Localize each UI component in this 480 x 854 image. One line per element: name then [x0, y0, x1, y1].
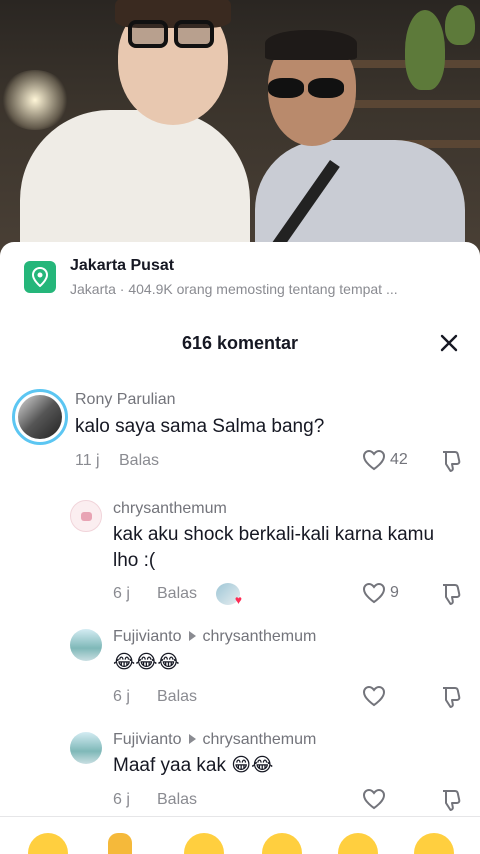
comment-time: 6 j: [113, 791, 130, 808]
emoji-pray-icon[interactable]: [108, 833, 132, 854]
dislike-button[interactable]: [440, 685, 462, 714]
location-pin-icon: [24, 261, 56, 293]
dislike-button[interactable]: [440, 788, 462, 817]
reply-arrow-icon: [189, 734, 197, 745]
comment-time: 6 j: [113, 585, 130, 602]
location-title: Jakarta Pusat: [70, 256, 175, 274]
close-icon: [440, 334, 458, 352]
avatar[interactable]: [70, 629, 102, 661]
emoji-wink-icon[interactable]: [262, 833, 302, 854]
comment-username[interactable]: Rony Parulian: [75, 391, 176, 409]
person-right-hair: [265, 30, 357, 60]
creator-liked-badge: ♥: [216, 583, 242, 606]
emoji-quick-bar: [0, 816, 480, 854]
plant: [405, 10, 445, 90]
thumbs-down-icon: [443, 687, 461, 708]
reply-arrow-icon: [189, 631, 197, 642]
reply-button[interactable]: Balas: [157, 791, 197, 809]
comment-username[interactable]: chrysanthemum: [113, 500, 227, 518]
video-background: [0, 0, 480, 262]
plant: [445, 5, 475, 45]
reply-author: Fujivianto: [113, 731, 182, 748]
emoji-rofl-icon[interactable]: [184, 833, 224, 854]
comments-header: 616 komentar: [0, 328, 480, 358]
comment-text: Maaf yaa kak 😁😂: [113, 755, 274, 776]
glasses: [128, 20, 216, 52]
reply-author: Fujivianto: [113, 628, 182, 645]
comment-text: kak aku shock berkali-kali karna kamu lh…: [113, 524, 435, 571]
lamp: [0, 70, 70, 130]
like-button[interactable]: [362, 685, 386, 707]
thumbs-down-icon: [443, 451, 461, 472]
dislike-button[interactable]: [440, 449, 462, 478]
emoji-surprised-icon[interactable]: [338, 833, 378, 854]
comment-text: kalo saya sama Salma bang?: [75, 416, 325, 437]
like-button[interactable]: 42: [362, 449, 408, 471]
reply-target: chrysanthemum: [202, 731, 317, 748]
emoji-laughing-tears-icon[interactable]: [28, 833, 68, 854]
dislike-button[interactable]: [440, 582, 462, 611]
close-button[interactable]: [436, 330, 462, 356]
avatar[interactable]: [70, 500, 102, 532]
like-button[interactable]: 9: [362, 582, 399, 604]
heart-icon: [362, 582, 386, 604]
sunglasses: [266, 78, 346, 102]
avatar[interactable]: [70, 732, 102, 764]
like-count: 42: [390, 451, 408, 468]
like-count: 9: [390, 584, 399, 601]
comment-time: 6 j: [113, 688, 130, 705]
thumbs-down-icon: [443, 790, 461, 811]
comments-count-title: 616 komentar: [181, 333, 299, 353]
reply-target: chrysanthemum: [202, 628, 317, 645]
location-subtitle: Jakarta · 404.9K orang memosting tentang…: [70, 280, 398, 297]
thumbs-down-icon: [443, 584, 461, 605]
shelf: [350, 100, 480, 108]
comment-username[interactable]: Fujivianto chrysanthemum: [113, 731, 316, 749]
comment-time: 11 j: [75, 452, 100, 469]
comment-text: 😂😂😂: [113, 652, 180, 673]
heart-icon: [362, 449, 386, 471]
heart-icon: [362, 788, 386, 810]
reply-button[interactable]: Balas: [119, 452, 159, 470]
comment-username[interactable]: Fujivianto chrysanthemum: [113, 628, 316, 646]
heart-icon: [362, 685, 386, 707]
location-bar[interactable]: Jakarta Pusat Jakarta · 404.9K orang mem…: [0, 242, 480, 312]
person-left: [20, 110, 250, 262]
emoji-heart-eyes-icon[interactable]: [414, 833, 454, 854]
like-button[interactable]: [362, 788, 386, 810]
reply-button[interactable]: Balas: [157, 688, 197, 706]
reply-button[interactable]: Balas: [157, 585, 197, 603]
avatar[interactable]: [12, 389, 68, 445]
